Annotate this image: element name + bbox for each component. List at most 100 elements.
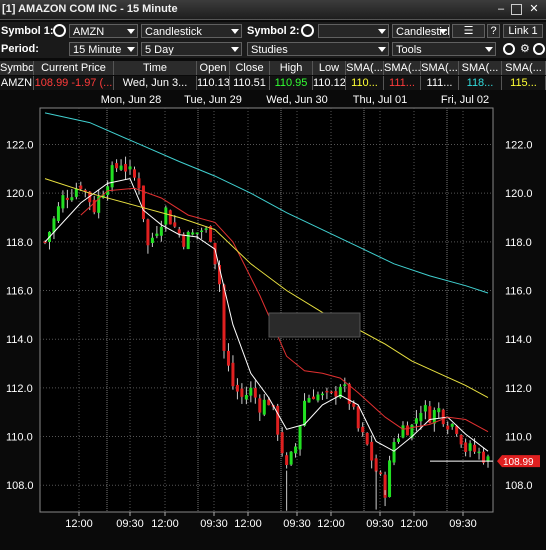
- candle: [159, 226, 163, 236]
- candle: [374, 458, 378, 472]
- quote-header-cell[interactable]: SMA(...: [384, 61, 421, 75]
- quote-cell: 110...: [346, 76, 384, 90]
- candle: [446, 425, 450, 430]
- maximize-icon[interactable]: [511, 4, 522, 15]
- candle: [405, 425, 409, 436]
- close-icon[interactable]: ✕: [527, 2, 541, 16]
- candle: [361, 426, 365, 433]
- candle: [325, 390, 329, 393]
- y-tick-label: 118.0: [505, 237, 532, 249]
- candle: [56, 206, 60, 222]
- symbol2-input[interactable]: [318, 24, 389, 38]
- range-select[interactable]: 5 Day: [141, 42, 242, 56]
- y-tick-label: 120.0: [505, 188, 533, 200]
- link-button[interactable]: Link 1: [503, 24, 543, 38]
- zoom-out-icon[interactable]: [533, 43, 545, 55]
- quote-header-cell[interactable]: Current Price: [34, 61, 114, 75]
- help-button[interactable]: ?: [487, 24, 500, 38]
- quote-header-cell[interactable]: SMA(...: [459, 61, 502, 75]
- y-tick-label: 114.0: [6, 334, 33, 346]
- y-tick-label: 120.0: [6, 188, 34, 200]
- price-tag-label: 108.99: [503, 457, 534, 468]
- candle: [307, 398, 311, 403]
- quote-header-cell[interactable]: SMA(...: [346, 61, 384, 75]
- candle: [61, 195, 65, 209]
- candle: [441, 409, 445, 425]
- symbol1-input[interactable]: AMZN: [69, 24, 138, 38]
- zoom-in-icon[interactable]: [503, 43, 515, 55]
- price-chart[interactable]: Mon, Jun 28 Tue, Jun 29 Wed, Jun 30 Thu, Ju…: [0, 92, 546, 547]
- quote-header-cell[interactable]: High: [270, 61, 313, 75]
- quote-cell: 110.51: [230, 76, 270, 90]
- quote-header-cell[interactable]: Symbol: [0, 61, 34, 75]
- quote-data-row[interactable]: AMZN 108.99 -1.97 (... Wed, Jun 3... 110.13…: [0, 76, 546, 90]
- quote-cell: Wed, Jun 3...: [114, 76, 197, 90]
- settings-icon[interactable]: ⚙: [520, 42, 530, 55]
- x-tick-label: 09:30: [200, 518, 228, 530]
- x-tick-label: 09:30: [366, 518, 394, 530]
- candle: [244, 394, 248, 400]
- quote-header-cell[interactable]: SMA(...: [421, 61, 459, 75]
- y-tick-label: 110.0: [6, 432, 33, 444]
- candle: [276, 405, 280, 435]
- studies-select[interactable]: Studies: [247, 42, 389, 56]
- date-label: Tue, Jun 29: [184, 94, 242, 106]
- chart-type1-select[interactable]: Candlestick: [141, 24, 242, 38]
- candle: [240, 388, 244, 397]
- quote-header-cell[interactable]: Time: [114, 61, 197, 75]
- candle: [119, 165, 123, 170]
- y-tick-label: 122.0: [505, 140, 533, 152]
- minimize-icon[interactable]: –: [494, 2, 508, 16]
- x-tick-label: 09:30: [116, 518, 144, 530]
- y-tick-label: 112.0: [6, 383, 33, 395]
- symbol2-label: Symbol 2:: [247, 25, 300, 37]
- candle: [204, 228, 208, 230]
- y-tick-label: 112.0: [505, 383, 532, 395]
- candle: [401, 425, 405, 438]
- candle: [388, 460, 392, 498]
- candle: [356, 406, 360, 429]
- candle: [298, 426, 302, 450]
- quote-header-cell[interactable]: SMA(...: [502, 61, 546, 75]
- candle: [164, 207, 168, 225]
- y-tick-label: 122.0: [6, 140, 34, 152]
- candle: [141, 185, 145, 220]
- candle: [379, 472, 383, 474]
- candlestick-chart[interactable]: Mon, Jun 28 Tue, Jun 29 Wed, Jun 30 Thu, Ju…: [0, 92, 546, 547]
- quote-header-cell[interactable]: Close: [230, 61, 270, 75]
- candle: [249, 387, 253, 396]
- y-tick-label: 116.0: [6, 286, 33, 298]
- candle: [316, 394, 320, 401]
- y-tick-label: 110.0: [505, 432, 532, 444]
- quote-cell: 110.95: [270, 76, 313, 90]
- candle: [280, 432, 284, 454]
- candle: [477, 451, 481, 454]
- candle: [195, 232, 199, 234]
- search-icon[interactable]: [301, 24, 314, 37]
- y-tick-label: 116.0: [505, 286, 532, 298]
- candle: [450, 423, 454, 427]
- date-label: Thu, Jul 01: [353, 94, 407, 106]
- x-tick-label: 12:00: [234, 518, 262, 530]
- candle: [173, 222, 177, 227]
- candle: [74, 188, 78, 197]
- candle: [235, 384, 239, 392]
- quote-header-cell[interactable]: Open: [197, 61, 230, 75]
- quote-cell: 111...: [384, 76, 421, 90]
- search-icon[interactable]: [53, 24, 66, 37]
- candle: [468, 443, 472, 451]
- symbol-toolbar: Symbol 1: AMZN Candlestick Symbol 2: Can…: [0, 22, 546, 40]
- candle: [473, 444, 477, 452]
- x-tick-label: 12:00: [151, 518, 179, 530]
- quote-cell: 115...: [502, 76, 546, 90]
- x-tick-label: 12:00: [317, 518, 345, 530]
- title-bar: [1] AMAZON COM INC - 15 Minute – ✕: [0, 0, 546, 20]
- menu-icon[interactable]: ☰: [452, 24, 485, 38]
- candle: [150, 237, 154, 243]
- interval-select[interactable]: 15 Minute: [69, 42, 138, 56]
- x-tick-label: 09:30: [283, 518, 311, 530]
- tools-select[interactable]: Tools: [392, 42, 496, 56]
- chart-type2-select[interactable]: Candlestick: [392, 24, 450, 38]
- period-toolbar: Period: 15 Minute 5 Day Studies Tools ⚙: [0, 40, 546, 58]
- quote-header-cell[interactable]: Low: [313, 61, 346, 75]
